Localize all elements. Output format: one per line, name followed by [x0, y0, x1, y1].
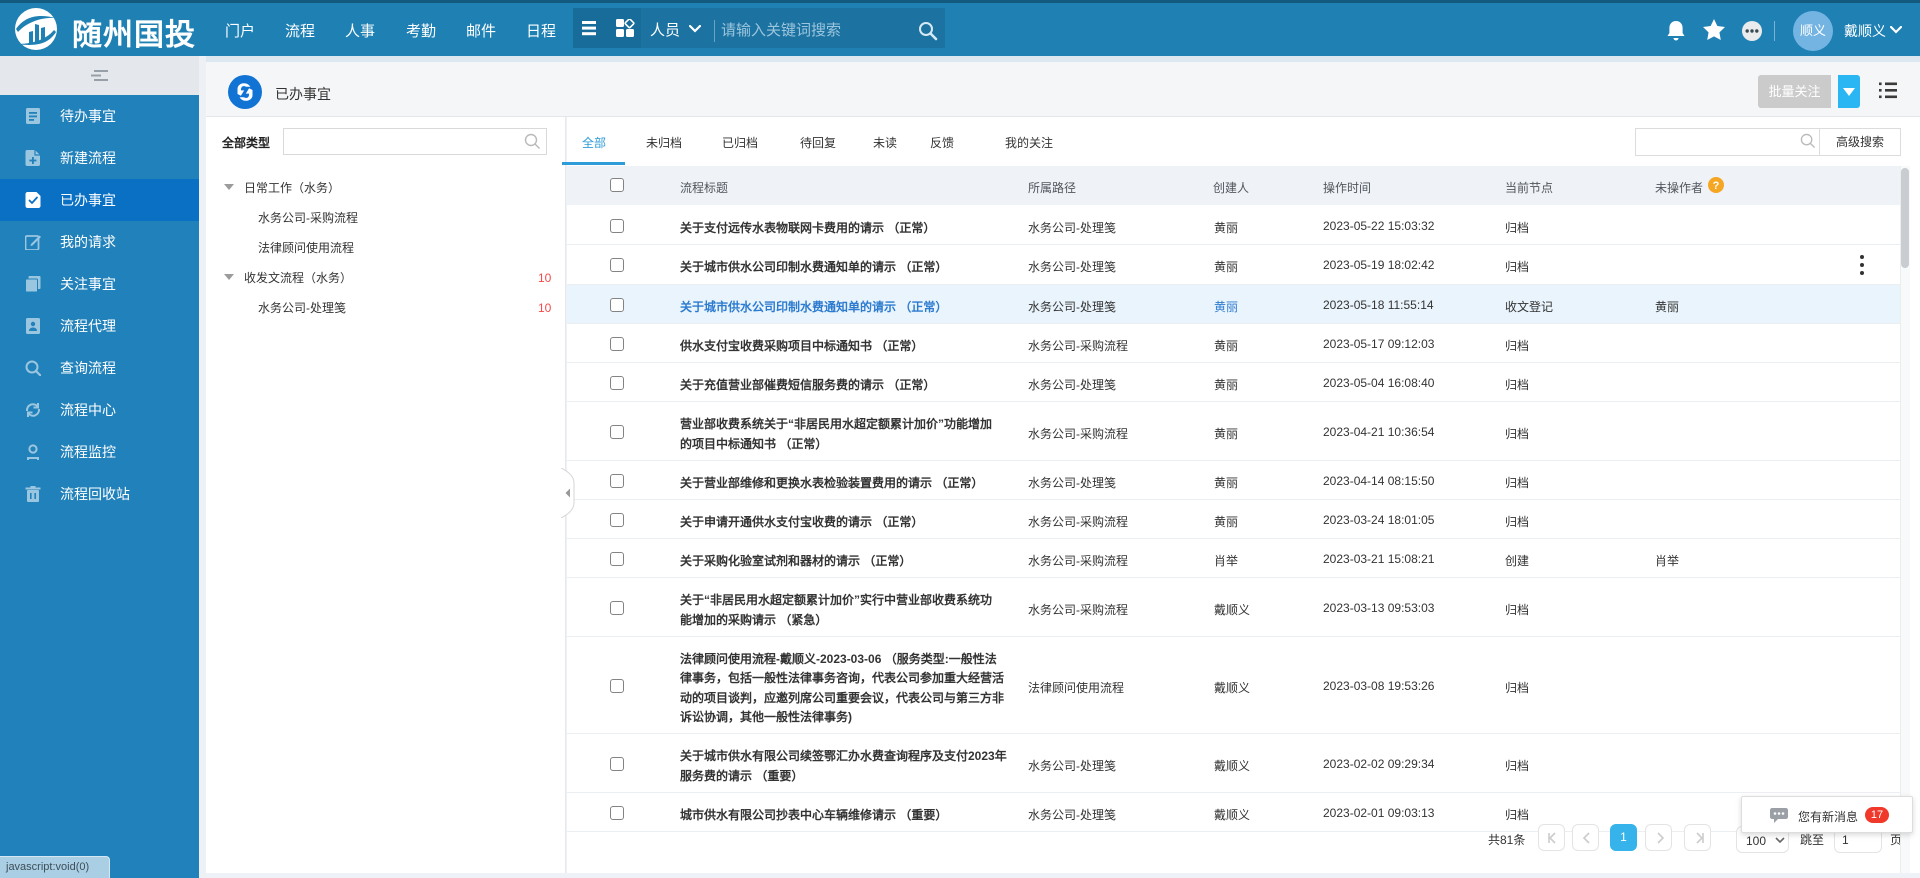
svg-text:?: ? [1713, 180, 1720, 192]
